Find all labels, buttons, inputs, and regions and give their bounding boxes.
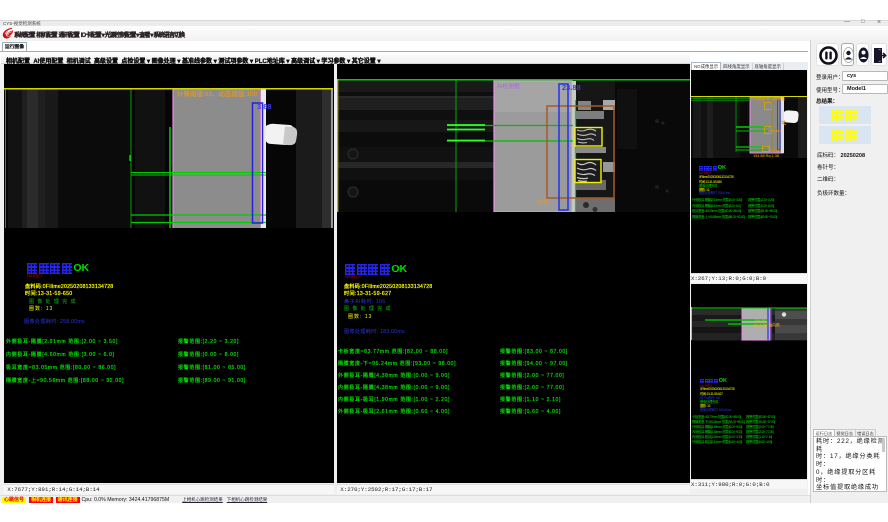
svg-text:154.88 Rq:1.38: 154.88 Rq:1.38	[753, 154, 779, 158]
svg-text:计算阈值:93 动态阈值: 计算阈值:93 动态阈值	[751, 96, 785, 101]
svg-text:154.88: 154.88	[754, 319, 766, 323]
svg-text:AI检测框: AI检测框	[497, 82, 520, 90]
svg-text:Rq:1.88 轴向断: Rq:1.88 轴向断	[754, 322, 780, 327]
svg-text:154.88:1: 154.88:1	[770, 129, 782, 133]
svg-text:154.88:1: 154.88:1	[770, 149, 782, 153]
svg-text:3.88: 3.88	[257, 102, 272, 111]
svg-text:计算阈值:93，动态阈值:100: 计算阈值:93，动态阈值:100	[177, 89, 258, 98]
svg-text:23.88: 23.88	[562, 83, 581, 92]
svg-text:14.88: 14.88	[537, 199, 549, 204]
